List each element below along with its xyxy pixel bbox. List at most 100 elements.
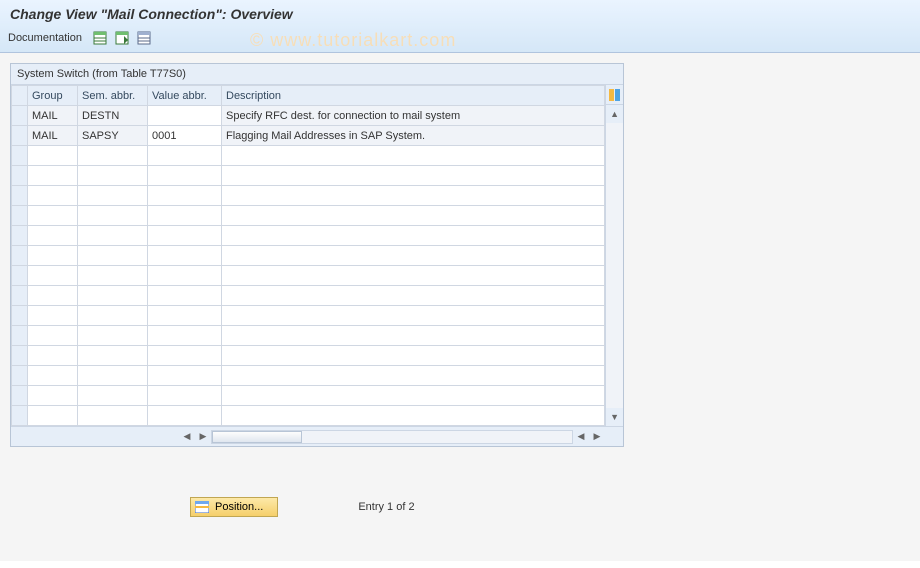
cell-sem-abbr[interactable] xyxy=(78,266,148,286)
cell-value-abbr[interactable] xyxy=(148,326,222,346)
hscroll-thumb[interactable] xyxy=(212,431,302,443)
horizontal-scrollbar[interactable]: ◀ ▶ ◀ ▶ xyxy=(11,426,623,446)
cell-description[interactable] xyxy=(222,266,605,286)
table-row[interactable] xyxy=(12,326,605,346)
cell-value-abbr[interactable] xyxy=(148,146,222,166)
cell-description[interactable] xyxy=(222,226,605,246)
cell-sem-abbr[interactable] xyxy=(78,186,148,206)
table-row[interactable] xyxy=(12,226,605,246)
cell-value-abbr[interactable] xyxy=(148,246,222,266)
position-button[interactable]: Position... xyxy=(190,497,278,517)
cell-value-abbr[interactable] xyxy=(148,306,222,326)
row-selector[interactable] xyxy=(12,306,28,326)
scroll-right-end-icon[interactable]: ▶ xyxy=(589,431,605,442)
cell-description[interactable] xyxy=(222,146,605,166)
cell-group[interactable] xyxy=(28,186,78,206)
cell-sem-abbr[interactable] xyxy=(78,386,148,406)
cell-group[interactable] xyxy=(28,226,78,246)
row-selector[interactable] xyxy=(12,346,28,366)
cell-sem-abbr[interactable] xyxy=(78,286,148,306)
cell-sem-abbr[interactable] xyxy=(78,306,148,326)
row-selector[interactable] xyxy=(12,266,28,286)
table-row[interactable] xyxy=(12,186,605,206)
cell-value-abbr[interactable] xyxy=(148,386,222,406)
table-row[interactable] xyxy=(12,366,605,386)
cell-sem-abbr[interactable] xyxy=(78,406,148,426)
table-row[interactable] xyxy=(12,346,605,366)
table-row[interactable] xyxy=(12,206,605,226)
cell-group[interactable] xyxy=(28,406,78,426)
table-row[interactable] xyxy=(12,146,605,166)
cell-description[interactable] xyxy=(222,246,605,266)
cell-group[interactable] xyxy=(28,386,78,406)
table-settings-icon[interactable] xyxy=(606,85,623,105)
cell-sem-abbr[interactable] xyxy=(78,246,148,266)
cell-group[interactable] xyxy=(28,266,78,286)
deselect-all-icon[interactable] xyxy=(136,30,152,46)
cell-value-abbr[interactable] xyxy=(148,346,222,366)
row-selector[interactable] xyxy=(12,326,28,346)
scroll-track[interactable] xyxy=(606,123,623,408)
col-group[interactable]: Group xyxy=(28,86,78,106)
row-selector[interactable] xyxy=(12,186,28,206)
cell-sem-abbr[interactable] xyxy=(78,206,148,226)
col-value-abbr[interactable]: Value abbr. xyxy=(148,86,222,106)
cell-description[interactable] xyxy=(222,206,605,226)
cell-sem-abbr[interactable]: DESTN xyxy=(78,106,148,126)
cell-value-abbr[interactable] xyxy=(148,226,222,246)
cell-group[interactable] xyxy=(28,166,78,186)
cell-group[interactable] xyxy=(28,346,78,366)
cell-group[interactable]: MAIL xyxy=(28,106,78,126)
cell-value-abbr[interactable] xyxy=(148,266,222,286)
cell-sem-abbr[interactable] xyxy=(78,146,148,166)
table-view-icon[interactable] xyxy=(92,30,108,46)
cell-value-abbr[interactable] xyxy=(148,106,222,126)
cell-group[interactable] xyxy=(28,246,78,266)
cell-group[interactable] xyxy=(28,286,78,306)
cell-value-abbr[interactable] xyxy=(148,166,222,186)
cell-description[interactable] xyxy=(222,306,605,326)
cell-sem-abbr[interactable] xyxy=(78,366,148,386)
table-row[interactable] xyxy=(12,286,605,306)
table-row[interactable] xyxy=(12,266,605,286)
cell-sem-abbr[interactable] xyxy=(78,166,148,186)
scroll-right-icon[interactable]: ▶ xyxy=(195,431,211,442)
table-row[interactable] xyxy=(12,306,605,326)
cell-value-abbr[interactable] xyxy=(148,366,222,386)
row-selector[interactable] xyxy=(12,406,28,426)
cell-value-abbr[interactable] xyxy=(148,206,222,226)
cell-sem-abbr[interactable] xyxy=(78,226,148,246)
table-row[interactable]: MAILSAPSY0001Flagging Mail Addresses in … xyxy=(12,126,605,146)
table-row[interactable] xyxy=(12,166,605,186)
cell-group[interactable] xyxy=(28,366,78,386)
cell-group[interactable] xyxy=(28,146,78,166)
cell-group[interactable] xyxy=(28,206,78,226)
scroll-left-icon[interactable]: ◀ xyxy=(179,431,195,442)
row-selector[interactable] xyxy=(12,106,28,126)
hscroll-track[interactable] xyxy=(211,430,573,444)
cell-description[interactable]: Flagging Mail Addresses in SAP System. xyxy=(222,126,605,146)
select-all-icon[interactable] xyxy=(114,30,130,46)
row-selector[interactable] xyxy=(12,386,28,406)
table-row[interactable]: MAILDESTNSpecify RFC dest. for connectio… xyxy=(12,106,605,126)
row-selector[interactable] xyxy=(12,206,28,226)
cell-description[interactable] xyxy=(222,366,605,386)
row-selector[interactable] xyxy=(12,286,28,306)
cell-description[interactable] xyxy=(222,346,605,366)
cell-description[interactable] xyxy=(222,166,605,186)
cell-sem-abbr[interactable] xyxy=(78,346,148,366)
scroll-left-end-icon[interactable]: ◀ xyxy=(573,431,589,442)
row-selector[interactable] xyxy=(12,226,28,246)
cell-description[interactable] xyxy=(222,406,605,426)
cell-value-abbr[interactable] xyxy=(148,186,222,206)
row-selector[interactable] xyxy=(12,246,28,266)
col-description[interactable]: Description xyxy=(222,86,605,106)
cell-group[interactable] xyxy=(28,306,78,326)
cell-description[interactable] xyxy=(222,326,605,346)
cell-description[interactable] xyxy=(222,186,605,206)
scroll-down-icon[interactable]: ▼ xyxy=(606,408,623,426)
cell-sem-abbr[interactable]: SAPSY xyxy=(78,126,148,146)
table-row[interactable] xyxy=(12,246,605,266)
scroll-up-icon[interactable]: ▲ xyxy=(606,105,623,123)
cell-value-abbr[interactable] xyxy=(148,286,222,306)
